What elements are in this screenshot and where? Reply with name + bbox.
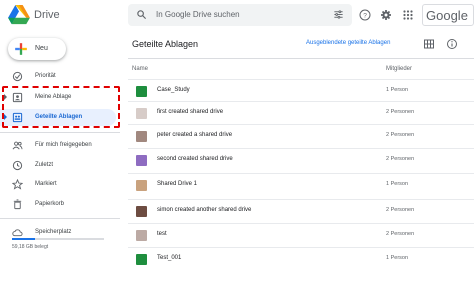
drive-logo-icon[interactable] <box>8 5 30 25</box>
members-count: 1 Person <box>386 87 409 93</box>
table-row[interactable]: second created shared drive 2 Personen <box>128 148 474 170</box>
search-options-icon[interactable] <box>333 9 344 20</box>
hidden-shared-drives-link[interactable]: Ausgeblendete geteilte Ablagen <box>306 40 390 46</box>
new-button[interactable]: Neu <box>8 38 66 60</box>
apps-grid-icon[interactable] <box>402 9 414 21</box>
members-count: 1 Person <box>386 255 409 261</box>
storage-progress-bar <box>12 238 104 240</box>
settings-gear-icon[interactable] <box>380 9 392 21</box>
members-count: 2 Personen <box>386 156 415 162</box>
table-row[interactable]: first created shared drive 2 Personen <box>128 101 474 123</box>
priority-icon <box>12 71 23 82</box>
storage-progress-fill <box>12 238 35 240</box>
star-icon <box>12 179 23 190</box>
cloud-icon <box>12 229 23 237</box>
trash-icon <box>13 199 22 210</box>
sidebar-item-label: Priorität <box>35 73 56 79</box>
plus-icon <box>15 43 27 55</box>
drive-name: simon created another shared drive <box>157 207 252 213</box>
info-icon[interactable] <box>446 38 458 50</box>
top-bar: Drive In Google Drive suchen ? Google <box>0 0 474 32</box>
highlight-annotation <box>2 86 120 128</box>
search-bar[interactable]: In Google Drive suchen <box>128 4 352 26</box>
table-row[interactable]: peter created a shared drive 2 Personen <box>128 124 474 146</box>
table-row[interactable]: Test_001 1 Person <box>128 247 474 269</box>
shared-drive-thumbnail-icon <box>136 230 147 241</box>
sidebar-item-recent[interactable]: Zuletzt <box>0 157 120 174</box>
grid-view-icon[interactable] <box>423 38 435 50</box>
search-icon[interactable] <box>136 9 147 20</box>
sidebar-item-label: Zuletzt <box>35 162 54 168</box>
sidebar-item-label: Für mich freigegeben <box>35 142 92 148</box>
drive-name: first created shared drive <box>157 109 224 115</box>
sidebar-item-label: Markiert <box>35 181 57 187</box>
shared-drive-thumbnail-icon <box>136 86 147 97</box>
members-count: 2 Personen <box>386 207 415 213</box>
app-title: Drive <box>34 9 60 21</box>
shared-with-me-icon <box>12 141 23 150</box>
column-header-members: Mitglieder <box>386 66 413 72</box>
table-row[interactable]: Shared Drive 1 1 Person <box>128 173 474 195</box>
sidebar-item-priority[interactable]: Priorität <box>0 68 120 85</box>
shared-drive-thumbnail-icon <box>136 131 147 142</box>
page-title: Geteilte Ablagen <box>132 39 199 49</box>
sidebar-item-shared-with-me[interactable]: Für mich freigegeben <box>0 137 120 154</box>
column-header-name[interactable]: Name <box>132 66 148 72</box>
google-brand: Google <box>426 8 468 23</box>
drive-name: peter created a shared drive <box>157 132 233 138</box>
shared-drive-thumbnail-icon <box>136 155 147 166</box>
drive-name: test <box>157 231 167 237</box>
table-row[interactable]: Case_Study 1 Person <box>128 79 474 101</box>
members-count: 2 Personen <box>386 109 415 115</box>
main-divider <box>128 58 474 59</box>
shared-drive-thumbnail-icon <box>136 254 147 265</box>
shared-drive-thumbnail-icon <box>136 206 147 217</box>
sidebar-item-label: Papierkorb <box>35 201 65 207</box>
members-count: 1 Person <box>386 181 409 187</box>
storage-used-text: 59,18 GB belegt <box>12 244 49 250</box>
table-row[interactable]: simon created another shared drive 2 Per… <box>128 199 474 221</box>
drive-name: Shared Drive 1 <box>157 181 198 187</box>
shared-drive-thumbnail-icon <box>136 180 147 191</box>
clock-icon <box>12 160 23 171</box>
sidebar-divider <box>0 132 120 133</box>
sidebar-item-label: Speicherplatz <box>35 229 72 235</box>
new-button-label: Neu <box>35 45 48 52</box>
search-input[interactable]: In Google Drive suchen <box>156 10 240 19</box>
table-row[interactable]: test 2 Personen <box>128 223 474 245</box>
shared-drive-thumbnail-icon <box>136 108 147 119</box>
sidebar-item-trash[interactable]: Papierkorb <box>0 196 120 213</box>
members-count: 2 Personen <box>386 132 415 138</box>
help-icon[interactable]: ? <box>359 9 371 21</box>
drive-name: Test_001 <box>157 255 182 261</box>
drive-name: second created shared drive <box>157 156 233 162</box>
members-count: 2 Personen <box>386 231 415 237</box>
svg-text:?: ? <box>363 13 367 20</box>
sidebar-divider <box>0 218 120 219</box>
drive-name: Case_Study <box>157 87 190 93</box>
sidebar-item-starred[interactable]: Markiert <box>0 176 120 193</box>
